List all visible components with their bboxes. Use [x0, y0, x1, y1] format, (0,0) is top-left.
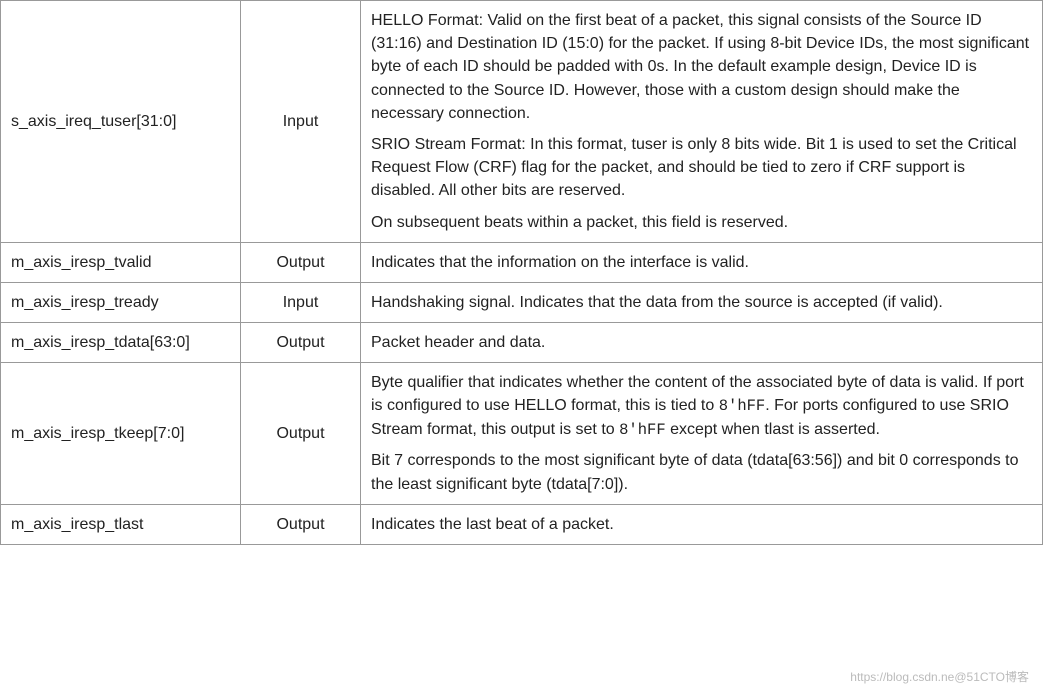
- desc-para: HELLO Format: Valid on the first beat of…: [371, 9, 1032, 125]
- signal-direction: Output: [241, 323, 361, 363]
- signal-name: m_axis_iresp_tkeep[7:0]: [1, 363, 241, 505]
- signal-description: Handshaking signal. Indicates that the d…: [361, 282, 1043, 322]
- desc-para: Indicates the last beat of a packet.: [371, 513, 1032, 536]
- signal-direction: Output: [241, 363, 361, 505]
- signal-description: Byte qualifier that indicates whether th…: [361, 363, 1043, 505]
- desc-para: Indicates that the information on the in…: [371, 251, 1032, 274]
- signal-description: Packet header and data.: [361, 323, 1043, 363]
- table-row: m_axis_iresp_tready Input Handshaking si…: [1, 282, 1043, 322]
- signal-description: HELLO Format: Valid on the first beat of…: [361, 1, 1043, 243]
- signal-direction: Output: [241, 242, 361, 282]
- desc-para: Handshaking signal. Indicates that the d…: [371, 291, 1032, 314]
- desc-para: Bit 7 corresponds to the most significan…: [371, 449, 1032, 495]
- table-row: m_axis_iresp_tlast Output Indicates the …: [1, 504, 1043, 544]
- table-row: m_axis_iresp_tkeep[7:0] Output Byte qual…: [1, 363, 1043, 505]
- signal-direction: Input: [241, 282, 361, 322]
- signal-description: Indicates that the information on the in…: [361, 242, 1043, 282]
- signal-description: Indicates the last beat of a packet.: [361, 504, 1043, 544]
- signal-name: m_axis_iresp_tdata[63:0]: [1, 323, 241, 363]
- signal-direction: Output: [241, 504, 361, 544]
- table-body: s_axis_ireq_tuser[31:0] Input HELLO Form…: [1, 1, 1043, 545]
- desc-para: Byte qualifier that indicates whether th…: [371, 371, 1032, 441]
- signal-name: m_axis_iresp_tready: [1, 282, 241, 322]
- table-row: m_axis_iresp_tvalid Output Indicates tha…: [1, 242, 1043, 282]
- signal-name: m_axis_iresp_tvalid: [1, 242, 241, 282]
- desc-para: On subsequent beats within a packet, thi…: [371, 211, 1032, 234]
- signal-name: s_axis_ireq_tuser[31:0]: [1, 1, 241, 243]
- signal-name: m_axis_iresp_tlast: [1, 504, 241, 544]
- watermark: https://blog.csdn.ne@51CTO博客: [850, 668, 1029, 685]
- signal-direction: Input: [241, 1, 361, 243]
- table-row: s_axis_ireq_tuser[31:0] Input HELLO Form…: [1, 1, 1043, 243]
- table-row: m_axis_iresp_tdata[63:0] Output Packet h…: [1, 323, 1043, 363]
- desc-para: SRIO Stream Format: In this format, tuse…: [371, 133, 1032, 203]
- desc-para: Packet header and data.: [371, 331, 1032, 354]
- signal-table: s_axis_ireq_tuser[31:0] Input HELLO Form…: [0, 0, 1043, 545]
